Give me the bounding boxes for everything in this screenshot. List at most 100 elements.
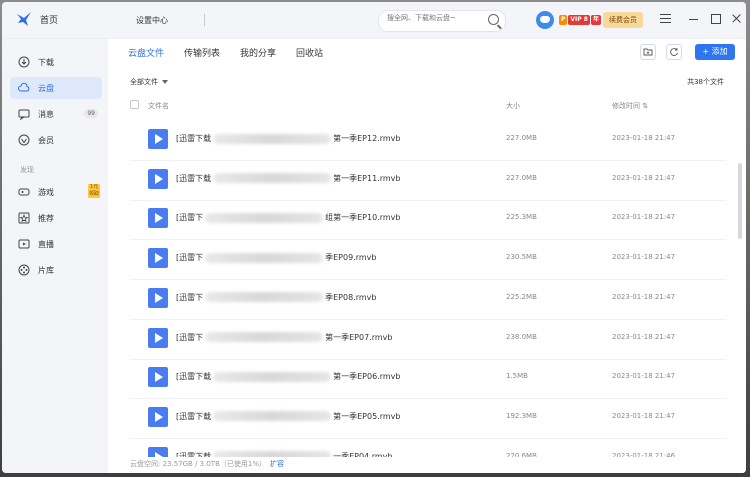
file-name-prefix: [迅雷下载 (176, 372, 212, 382)
sidebar-item-recommend[interactable]: 推荐 (10, 207, 102, 229)
file-name-suffix: 第一季EP12.rmvb (333, 134, 401, 143)
sidebar-item-download[interactable]: 下载 (10, 51, 102, 73)
file-name[interactable]: [迅雷下 第一季EP07.rmvb (176, 332, 392, 343)
renew-vip-button[interactable]: 续费会员 (603, 12, 643, 28)
vip-level-badge[interactable]: P VIP 8 年 (559, 15, 601, 25)
redacted-text-blur (205, 332, 324, 342)
maximize-icon[interactable] (710, 13, 722, 25)
file-size: 192.3MB (506, 411, 537, 420)
sidebar-item-film-library[interactable]: 片库 (10, 259, 102, 281)
close-icon[interactable] (731, 13, 743, 25)
column-header-name[interactable]: 文件名 (148, 101, 169, 111)
table-row[interactable]: [迅雷下载 第一季EP12.rmvb 227.0MB 2023-01-18 21:47 (130, 121, 726, 161)
avatar[interactable] (536, 11, 554, 29)
file-size: 225.3MB (506, 213, 537, 222)
video-file-icon (148, 446, 168, 457)
message-icon (18, 108, 30, 120)
file-name[interactable]: [迅雷下 季EP08.rmvb (176, 292, 376, 303)
file-modified-time: 2023-01-18 21:47 (612, 134, 676, 142)
sidebar-item-label: 消息 (38, 109, 54, 119)
table-row[interactable]: [迅雷下载 第一季EP11.rmvb 227.0MB 2023-01-18 21:47 (130, 161, 726, 201)
vip-tag-year: 年 (590, 15, 601, 25)
file-name[interactable]: [迅雷下 组第一季EP10.rmvb (176, 212, 400, 223)
redacted-text-blur (213, 173, 332, 184)
search-icon[interactable] (488, 14, 499, 25)
file-name-suffix: 第一季EP06.rmvb (333, 372, 401, 382)
video-file-icon (148, 327, 168, 348)
file-modified-time: 2023-01-18 21:47 (612, 173, 676, 182)
sidebar-item-label: 云盘 (38, 83, 54, 93)
settings-center-tab[interactable]: 设置中心 (136, 15, 168, 26)
refresh-button[interactable] (666, 44, 682, 60)
column-header-modified[interactable]: 修改时间 ⇅ (612, 101, 648, 111)
table-row[interactable]: [迅雷下 组第一季EP10.rmvb 225.3MB 2023-01-18 21:47 (130, 200, 726, 241)
cloud-icon (18, 82, 30, 94)
film-icon (18, 264, 30, 276)
file-name[interactable]: [迅雷下载 第一季EP12.rmvb (176, 133, 400, 144)
file-modified-time: 2023-01-18 21:47 (612, 372, 676, 381)
file-name-prefix: [迅雷下 (176, 332, 204, 342)
star-icon (18, 212, 30, 224)
sidebar-item-live[interactable]: 直播 (10, 233, 102, 255)
sidebar-item-games[interactable]: 游戏 1元 领取 (10, 181, 102, 203)
tab-recycle-bin[interactable]: 回收站 (296, 46, 323, 62)
sidebar-item-cloud[interactable]: 云盘 (10, 77, 102, 99)
search-box[interactable] (378, 10, 506, 32)
table-row[interactable]: [迅雷下载 一季EP04.rmvb 220.6MB 2023-01-18 21:46 (130, 439, 726, 457)
video-file-icon (148, 287, 168, 308)
game-promo-badge: 1元 领取 (88, 184, 100, 198)
redacted-text-blur (213, 133, 332, 144)
sidebar-item-label: 直播 (38, 239, 54, 249)
file-name-prefix: [迅雷下 (176, 213, 204, 223)
table-row[interactable]: [迅雷下 第一季EP07.rmvb 238.0MB 2023-01-18 21:47 (130, 320, 726, 360)
filter-label: 全部文件 (130, 78, 158, 86)
file-size: 227.0MB (506, 173, 537, 182)
video-file-icon (148, 367, 168, 388)
table-row[interactable]: [迅雷下 季EP09.rmvb 230.5MB 2023-01-18 21:47 (130, 240, 726, 281)
tab-cloud-files[interactable]: 云盘文件 (128, 46, 164, 62)
file-filter-dropdown[interactable]: 全部文件 (130, 77, 168, 87)
file-size: 227.0MB (506, 134, 537, 142)
list-scrollbar[interactable] (738, 163, 742, 239)
storage-usage: 云盘空间: 23.57GB / 3.0TB（已使用1%） 扩容 (130, 459, 284, 469)
file-size: 1.5MB (506, 372, 528, 381)
sidebar-item-label: 游戏 (38, 187, 54, 197)
column-header-size[interactable]: 大小 (506, 101, 520, 111)
table-row[interactable]: [迅雷下载 第一季EP06.rmvb 1.5MB 2023-01-18 21:47 (130, 359, 726, 400)
file-name[interactable]: [迅雷下 季EP09.rmvb (176, 252, 376, 263)
file-count: 共38个文件 (687, 78, 724, 86)
menu-icon[interactable] (660, 13, 672, 25)
tab-transfer-list[interactable]: 传输列表 (184, 46, 220, 62)
add-button[interactable]: + 添加 (695, 44, 735, 60)
redacted-text-blur (205, 292, 324, 303)
sidebar-item-label: 下载 (38, 57, 54, 67)
video-file-icon (148, 168, 168, 189)
file-name[interactable]: [迅雷下载 第一季EP11.rmvb (176, 173, 400, 184)
discover-section-label: 发现 (20, 166, 34, 174)
file-name[interactable]: [迅雷下载 第一季EP05.rmvb (176, 411, 400, 422)
expand-storage-link[interactable]: 扩容 (270, 460, 284, 468)
file-modified-time: 2023-01-18 21:47 (612, 332, 676, 341)
select-all-checkbox[interactable] (130, 100, 139, 109)
file-modified-time: 2023-01-18 21:47 (612, 411, 676, 420)
unread-count-badge: 99 (84, 109, 98, 118)
sidebar-item-vip[interactable]: 会员 (10, 129, 102, 151)
download-icon (18, 56, 30, 68)
table-header: 文件名 大小 修改时间 ⇅ (130, 100, 726, 114)
table-row[interactable]: [迅雷下 季EP08.rmvb 225.2MB 2023-01-18 21:47 (130, 280, 726, 320)
file-modified-time: 2023-01-18 21:47 (612, 253, 676, 262)
file-name-suffix: 组第一季EP10.rmvb (325, 213, 401, 223)
new-folder-button[interactable] (640, 44, 656, 60)
sidebar-item-label: 推荐 (38, 213, 54, 223)
file-modified-time: 2023-01-18 21:47 (612, 213, 676, 222)
home-tab[interactable]: 首页 (40, 13, 58, 26)
minimize-icon[interactable] (688, 13, 700, 25)
tab-my-shares[interactable]: 我的分享 (240, 46, 276, 62)
table-row[interactable]: [迅雷下载 第一季EP05.rmvb 192.3MB 2023-01-18 21:47 (130, 399, 726, 439)
video-file-icon (148, 248, 168, 269)
search-input[interactable] (387, 14, 483, 22)
vip-icon (18, 134, 30, 146)
sidebar-item-messages[interactable]: 消息 99 (10, 103, 102, 125)
file-name[interactable]: [迅雷下载 第一季EP06.rmvb (176, 371, 400, 382)
redacted-text-blur (213, 411, 332, 422)
